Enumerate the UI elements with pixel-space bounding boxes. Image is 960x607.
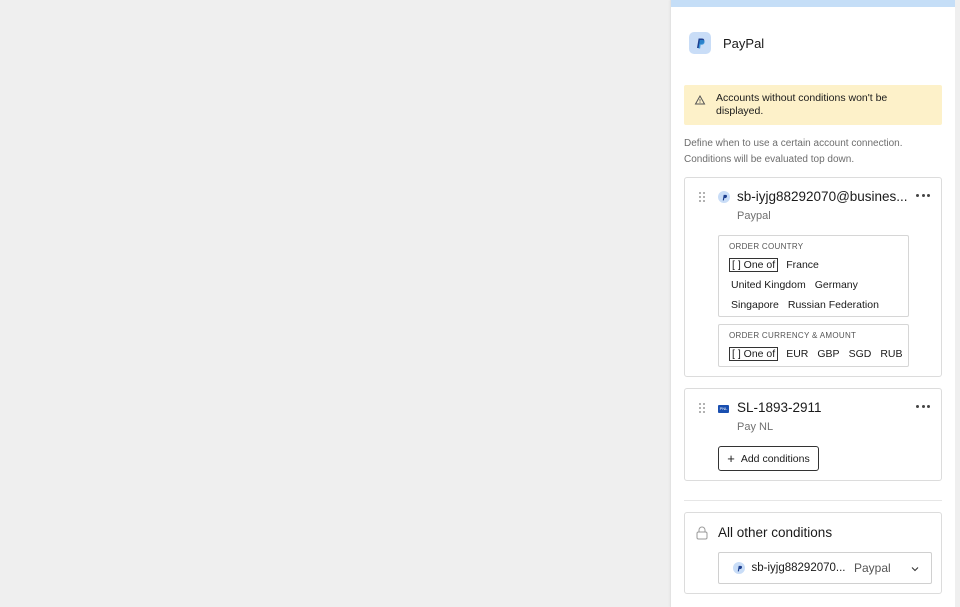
condition-value: Germany (814, 278, 858, 291)
condition-value: EUR (786, 347, 809, 360)
page-title: PayPal (723, 35, 765, 51)
condition-order-country[interactable]: ORDER COUNTRY [ ] One of France United K… (718, 235, 909, 317)
condition-values-row: Singapore Russian Federation (729, 295, 908, 314)
more-options-icon[interactable] (916, 405, 930, 409)
condition-value: United Kingdom (731, 278, 806, 291)
condition-value: RUB (880, 347, 903, 360)
operator-badge[interactable]: [ ] One of (729, 257, 779, 272)
account-provider: Paypal (737, 210, 771, 222)
account-name: SL-1893-2911 (737, 400, 822, 415)
operator-badge[interactable]: [ ] One of (729, 346, 779, 361)
lock-icon (696, 526, 708, 540)
condition-label: ORDER COUNTRY (729, 242, 804, 251)
warning-banner: Accounts without conditions won't be dis… (684, 85, 942, 125)
condition-label: ORDER CURRENCY & AMOUNT (729, 331, 857, 340)
account-conditions-panel: PayPal Accounts without conditions won't… (670, 0, 955, 607)
paypal-icon (689, 32, 711, 54)
drag-handle-icon[interactable] (699, 403, 705, 414)
condition-order-currency[interactable]: ORDER CURRENCY & AMOUNT [ ] One of EUR G… (718, 324, 909, 367)
add-conditions-button[interactable]: + Add conditions (718, 446, 819, 471)
account-name: sb-iyjg88292070@busines... (737, 189, 908, 204)
condition-value: GBP (817, 347, 840, 360)
section-divider (684, 500, 942, 501)
condition-value: France (786, 258, 819, 271)
fallback-title: All other conditions (718, 525, 833, 540)
account-card-paynl[interactable]: PNL SL-1893-2911 Pay NL + Add conditions (684, 388, 942, 481)
paynl-icon: PNL (718, 405, 729, 413)
condition-values-row: United Kingdom Germany (729, 275, 908, 294)
condition-value: Russian Federation (787, 298, 879, 311)
plus-icon: + (727, 450, 735, 466)
add-conditions-label: Add conditions (740, 452, 810, 465)
panel-top-bar (671, 0, 955, 7)
fallback-account-select[interactable]: sb-iyjg88292070... Paypal (718, 552, 932, 584)
selected-account-provider: Paypal (854, 561, 891, 575)
description-text: Define when to use a certain account con… (684, 138, 903, 165)
paypal-icon (718, 191, 730, 203)
condition-values-row: [ ] One of EUR GBP SGD RUB (729, 344, 908, 363)
condition-values-row: [ ] One of France (729, 255, 908, 274)
warning-text: Accounts without conditions won't be dis… (716, 92, 888, 117)
selected-account-name: sb-iyjg88292070... (751, 562, 846, 574)
panel-header: PayPal (689, 32, 764, 54)
account-card-paypal[interactable]: sb-iyjg88292070@busines... Paypal ORDER … (684, 177, 942, 377)
account-provider: Pay NL (737, 421, 774, 433)
warning-icon (694, 94, 706, 105)
drag-handle-icon[interactable] (699, 192, 705, 203)
more-options-icon[interactable] (916, 194, 930, 198)
paypal-icon (733, 562, 745, 574)
condition-value: Singapore (731, 298, 779, 311)
condition-value: SGD (848, 347, 872, 360)
fallback-card: All other conditions sb-iyjg88292070... … (684, 512, 942, 594)
chevron-down-icon[interactable] (911, 566, 919, 572)
